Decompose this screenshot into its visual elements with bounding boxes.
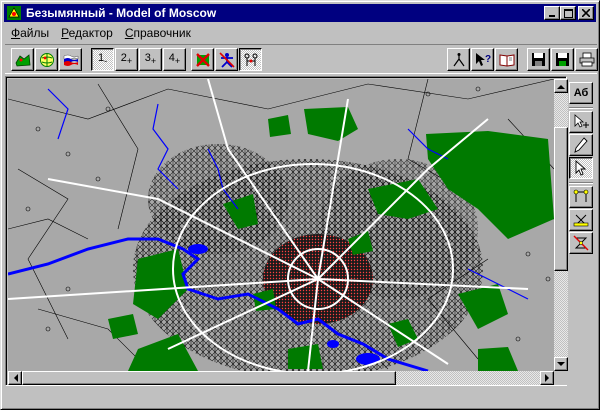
- scroll-right-button[interactable]: [540, 371, 554, 385]
- app-icon[interactable]: [6, 5, 22, 21]
- network-icon: [244, 53, 257, 66]
- route-button[interactable]: [447, 48, 470, 71]
- pencil-icon: [574, 137, 588, 153]
- close-icon: [582, 9, 590, 17]
- flag-button[interactable]: [59, 48, 82, 71]
- toolbar: 1- 2+ 3+ 4+ ?: [5, 44, 598, 74]
- delete-object-button[interactable]: [191, 48, 214, 71]
- graph-edge-tool-button[interactable]: [569, 186, 593, 208]
- vertical-scroll-thumb[interactable]: [554, 127, 568, 271]
- graph-delete-tool-button[interactable]: [569, 232, 593, 254]
- horizontal-scroll-thumb[interactable]: [22, 371, 396, 385]
- globe-icon: [39, 52, 54, 67]
- minimize-icon: [549, 15, 555, 17]
- arrow-cursor-icon: [575, 160, 587, 176]
- person-tool-button[interactable]: [215, 48, 238, 71]
- text-tool-label: Аб: [573, 87, 589, 99]
- flag-icon: [63, 54, 78, 66]
- close-button[interactable]: [578, 6, 594, 20]
- context-help-button[interactable]: ?: [471, 48, 494, 71]
- title-bar[interactable]: Безымянный - Model of Moscow: [4, 4, 596, 22]
- text-tool-button[interactable]: Аб: [569, 82, 593, 104]
- city-map[interactable]: [8, 79, 554, 371]
- graph-node-tool-button[interactable]: [569, 209, 593, 231]
- scroll-down-button[interactable]: [554, 357, 568, 371]
- maximize-button[interactable]: [560, 6, 576, 20]
- move-cursor-icon: [574, 114, 589, 128]
- graph-delete-icon: [573, 235, 589, 251]
- map-view: [5, 76, 568, 386]
- menu-reference[interactable]: Справочник: [119, 24, 197, 42]
- scrollbar-corner: [554, 371, 568, 385]
- vertical-scrollbar[interactable]: [554, 79, 568, 371]
- status-bar: [5, 391, 597, 407]
- zoom-level-1-button[interactable]: 1-: [91, 48, 114, 71]
- network-tool-button[interactable]: [239, 48, 262, 71]
- arrow-up-icon: [557, 84, 565, 89]
- app-window: Безымянный - Model of Moscow Файлы Редак…: [0, 0, 600, 410]
- horizontal-scrollbar[interactable]: [8, 371, 554, 385]
- minimize-button[interactable]: [544, 6, 560, 20]
- map-layer-button[interactable]: [11, 48, 34, 71]
- graph-node-icon: [573, 214, 589, 227]
- svg-text:?: ?: [485, 54, 491, 65]
- menu-files[interactable]: Файлы: [5, 24, 55, 42]
- floppy-disk-green-icon: [556, 53, 569, 66]
- delete-object-icon: [195, 52, 210, 67]
- save-as-button[interactable]: [551, 48, 574, 71]
- arrow-right-icon: [544, 374, 549, 382]
- floppy-disk-icon: [532, 53, 545, 66]
- graph-edge-icon: [573, 189, 589, 202]
- maximize-icon: [563, 8, 573, 18]
- menu-bar: Файлы Редактор Справочник: [5, 24, 197, 42]
- person-icon: [218, 51, 235, 68]
- select-tool-button[interactable]: [569, 157, 593, 179]
- tool-palette: Аб: [569, 78, 595, 268]
- route-icon: [453, 52, 464, 66]
- move-tool-button[interactable]: [569, 111, 593, 133]
- printer-icon: [579, 52, 594, 67]
- zoom-level-2-button[interactable]: 2+: [115, 48, 138, 71]
- book-button[interactable]: [495, 48, 518, 71]
- menu-editor[interactable]: Редактор: [55, 24, 119, 42]
- globe-button[interactable]: [35, 48, 58, 71]
- arrow-left-icon: [13, 374, 18, 382]
- window-title: Безымянный - Model of Moscow: [26, 6, 217, 20]
- zoom-level-4-button[interactable]: 4+: [163, 48, 186, 71]
- arrow-down-icon: [557, 361, 565, 366]
- pencil-tool-button[interactable]: [569, 134, 593, 156]
- scroll-up-button[interactable]: [554, 79, 568, 93]
- window-controls: [544, 6, 594, 20]
- book-icon: [499, 53, 514, 67]
- scroll-left-button[interactable]: [8, 371, 22, 385]
- save-button[interactable]: [527, 48, 550, 71]
- map-layer-icon: [15, 53, 30, 66]
- map-canvas[interactable]: [8, 79, 554, 371]
- help-icon: ?: [475, 52, 491, 66]
- print-button[interactable]: [575, 48, 598, 71]
- zoom-level-3-button[interactable]: 3+: [139, 48, 162, 71]
